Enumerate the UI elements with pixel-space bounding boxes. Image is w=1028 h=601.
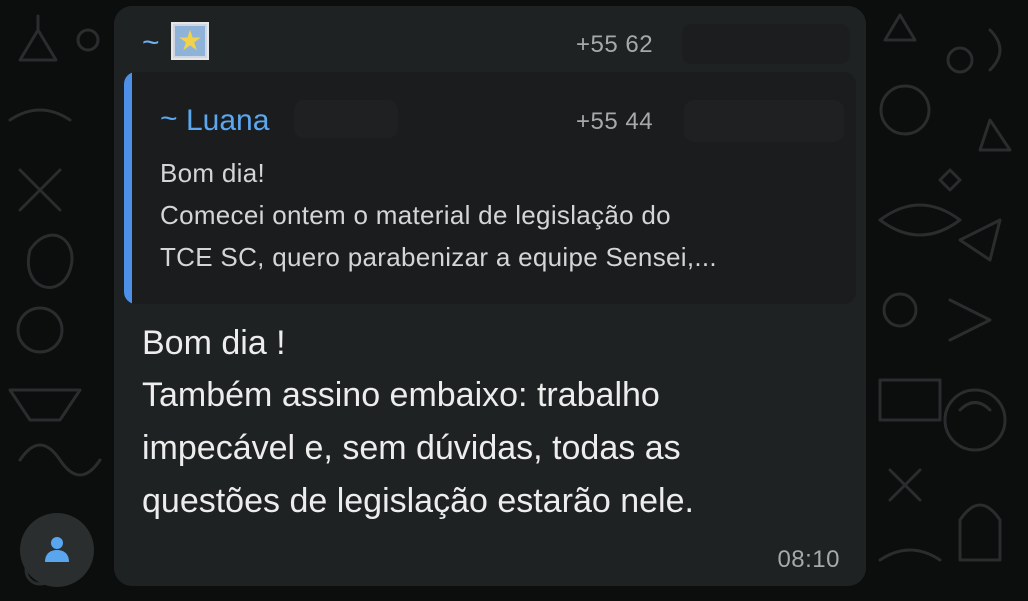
quoted-sender-prefix: ~	[160, 102, 178, 135]
quoted-text-line: Bom dia!	[160, 158, 266, 188]
sender-header: ~ ★ +55 62	[114, 6, 866, 76]
redacted-phone-block	[682, 24, 850, 64]
sender-phone[interactable]: +55 62	[576, 31, 653, 59]
contact-avatar-button[interactable]	[20, 513, 94, 587]
person-icon	[45, 537, 69, 562]
sender-prefix: ~	[142, 26, 160, 59]
quoted-message[interactable]: ~ Luana +55 44 Bom dia! Comecei ontem o …	[124, 72, 856, 304]
message-bubble[interactable]: ~ ★ +55 62 ~ Luana +55 44 Bom dia! Comec…	[114, 6, 866, 586]
quote-accent-bar	[124, 72, 132, 304]
quoted-sender-phone: +55 44	[576, 108, 654, 135]
message-text-line: impecável e, sem dúvidas, todas as	[142, 429, 681, 467]
quoted-sender-name: Luana	[186, 104, 270, 137]
redacted-phone-block	[684, 100, 844, 142]
redacted-name-block	[294, 100, 398, 138]
message-text-line: Bom dia !	[142, 324, 286, 362]
message-timestamp: 08:10	[777, 546, 840, 573]
quoted-text-line: TCE SC, quero parabenizar a equipe Sense…	[160, 242, 717, 272]
message-text-line: questões de legislação estarão nele.	[142, 482, 694, 520]
message-text-line: Também assino embaixo: trabalho	[142, 376, 660, 414]
star-avatar-icon: ★	[171, 22, 209, 60]
quoted-text-line: Comecei ontem o material de legislação d…	[160, 200, 671, 230]
